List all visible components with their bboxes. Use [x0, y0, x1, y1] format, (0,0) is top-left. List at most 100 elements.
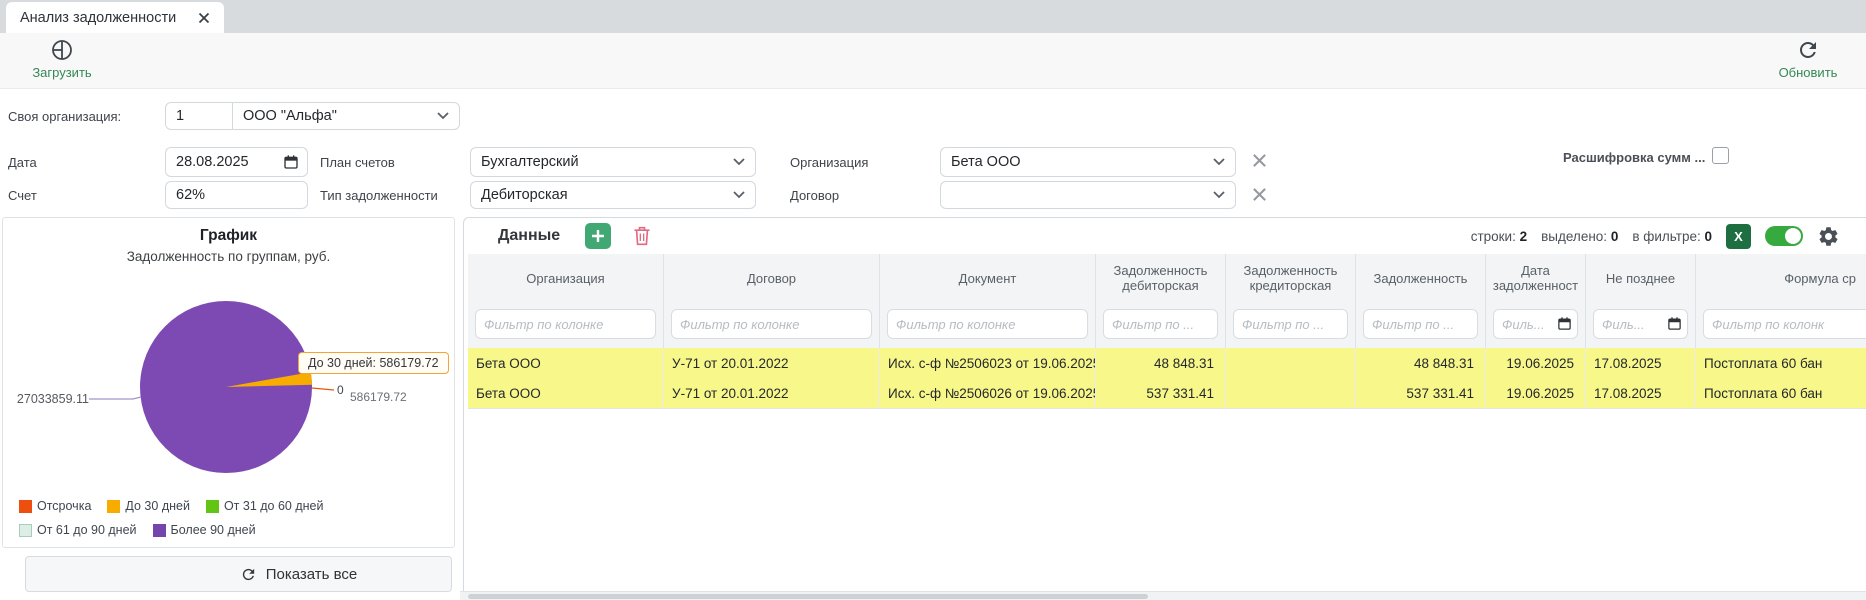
chart-panel: График Задолженность по группам, руб. 27… — [2, 217, 455, 548]
cell-formula[interactable]: Постоплата 60 бан — [1696, 348, 1866, 378]
plan-label: План счетов — [320, 155, 395, 170]
tab-title: Анализ задолженности — [20, 10, 176, 26]
chart-title: График — [3, 227, 454, 245]
cell-not-later[interactable]: 17.08.2025 — [1586, 378, 1696, 408]
cell-debt[interactable]: 537 331.41 — [1356, 378, 1486, 408]
cell-debt-payable[interactable] — [1226, 378, 1356, 408]
cell-contract[interactable]: У-71 от 20.01.2022 — [664, 348, 880, 378]
col-header-debt-date[interactable]: Датазадолженност — [1486, 254, 1586, 302]
cell-debt-date[interactable]: 19.06.2025 — [1486, 378, 1586, 408]
table-row[interactable]: Бета ООО У-71 от 20.01.2022 Исх. с-ф №25… — [468, 348, 1866, 379]
calendar-icon[interactable] — [1667, 316, 1682, 331]
cell-debt-payable[interactable] — [1226, 348, 1356, 378]
cell-document[interactable]: Исх. с-ф №2506026 от 19.06.2025 — [880, 378, 1096, 408]
legend-swatch — [153, 524, 166, 537]
filter-cell — [1096, 302, 1226, 348]
debt-type-value: Дебиторская — [481, 187, 568, 203]
date-label: Дата — [8, 155, 37, 170]
filter-input-formula[interactable] — [1703, 309, 1866, 339]
tab-debt-analysis[interactable]: Анализ задолженности — [6, 2, 224, 33]
contract-select[interactable] — [940, 181, 1236, 209]
pie-label-over90: 27033859.11 — [17, 392, 89, 406]
debt-type-select[interactable]: Дебиторская — [470, 181, 756, 209]
plan-value: Бухгалтерский — [481, 154, 579, 170]
legend-label: От 31 до 60 дней — [224, 499, 324, 513]
cell-organization[interactable]: Бета ООО — [468, 348, 664, 378]
col-header-not-later[interactable]: Не позднее — [1586, 254, 1696, 302]
cell-debt-receivable[interactable]: 48 848.31 — [1096, 348, 1226, 378]
cell-debt[interactable]: 48 848.31 — [1356, 348, 1486, 378]
cell-debt-receivable[interactable]: 537 331.41 — [1096, 378, 1226, 408]
filter-input-contract[interactable] — [671, 309, 872, 339]
chart-legend-row-1: Отсрочка До 30 дней От 31 до 60 дней — [19, 499, 323, 513]
legend-item[interactable]: До 30 дней — [107, 499, 190, 513]
filter-input-document[interactable] — [887, 309, 1088, 339]
filter-cell — [468, 302, 664, 348]
cell-debt-date[interactable]: 19.06.2025 — [1486, 348, 1586, 378]
col-header-document[interactable]: Документ — [880, 254, 1096, 302]
filter-input-debt[interactable] — [1363, 309, 1478, 339]
filter-input-debt-payable[interactable] — [1233, 309, 1348, 339]
org-value: Бета ООО — [951, 154, 1021, 170]
chevron-down-icon — [1213, 191, 1225, 199]
col-header-contract[interactable]: Договор — [664, 254, 880, 302]
pie-chart[interactable]: 27033859.11 0 586179.72 — [3, 271, 456, 501]
own-org-label: Своя организация: — [8, 109, 121, 124]
org-select[interactable]: Бета ООО — [940, 147, 1236, 177]
legend-item[interactable]: От 61 до 90 дней — [19, 523, 137, 537]
gear-icon[interactable] — [1817, 225, 1840, 248]
legend-item[interactable]: От 31 до 60 дней — [206, 499, 324, 513]
load-button[interactable]: Загрузить — [22, 38, 102, 80]
show-all-button[interactable]: Показать все — [25, 556, 452, 592]
legend-item[interactable]: Более 90 дней — [153, 523, 256, 537]
main-toolbar: Загрузить Обновить — [0, 33, 1866, 89]
grid-toggle[interactable] — [1765, 226, 1803, 246]
cell-organization[interactable]: Бета ООО — [468, 378, 664, 408]
account-label: Счет — [8, 188, 37, 203]
col-header-debt[interactable]: Задолженность — [1356, 254, 1486, 302]
legend-item[interactable]: Отсрочка — [19, 499, 91, 513]
breakdown-checkbox[interactable] — [1712, 147, 1729, 164]
add-row-button[interactable] — [585, 223, 611, 249]
col-header-organization[interactable]: Организация — [468, 254, 664, 302]
cell-contract[interactable]: У-71 от 20.01.2022 — [664, 378, 880, 408]
col-header-debt-receivable[interactable]: Задолженностьдебиторская — [1096, 254, 1226, 302]
legend-label: Отсрочка — [37, 499, 91, 513]
grid-filter-row — [468, 302, 1866, 348]
rows-count: строки: 2 — [1471, 229, 1527, 244]
cell-not-later[interactable]: 17.08.2025 — [1586, 348, 1696, 378]
grid-title: Данные — [498, 227, 560, 245]
scrollbar-thumb[interactable] — [468, 594, 1148, 599]
col-header-debt-payable[interactable]: Задолженностькредиторская — [1226, 254, 1356, 302]
org-clear-icon[interactable] — [1252, 153, 1268, 169]
legend-swatch — [19, 524, 32, 537]
refresh-button[interactable]: Обновить — [1768, 38, 1848, 80]
trash-icon — [632, 225, 652, 247]
filter-input-debt-receivable[interactable] — [1103, 309, 1218, 339]
toggle-knob — [1785, 228, 1801, 244]
filter-input-organization[interactable] — [475, 309, 656, 339]
horizontal-scrollbar[interactable] — [460, 591, 1866, 600]
plan-select[interactable]: Бухгалтерский — [470, 147, 756, 177]
tab-bar: Анализ задолженности — [0, 0, 1866, 34]
export-excel-button[interactable]: X — [1726, 224, 1751, 249]
cell-formula[interactable]: Постоплата 60 бан — [1696, 378, 1866, 408]
pie-label-upto30: 586179.72 — [350, 390, 407, 404]
chevron-down-icon — [437, 112, 449, 120]
own-org-code-input[interactable]: 1 — [166, 103, 233, 129]
own-org-combo[interactable]: 1 ООО "Альфа" — [165, 102, 460, 130]
chart-legend-row-2: От 61 до 90 дней Более 90 дней — [19, 523, 256, 537]
date-input[interactable]: 28.08.2025 — [165, 147, 308, 177]
col-header-formula[interactable]: Формула ср — [1696, 254, 1866, 302]
contract-clear-icon[interactable] — [1252, 187, 1268, 203]
pie-tooltip: До 30 дней: 586179.72 — [298, 352, 449, 374]
debt-type-label: Тип задолженности — [320, 188, 438, 203]
cell-document[interactable]: Исх. с-ф №2506023 от 19.06.2025 — [880, 348, 1096, 378]
account-input[interactable]: 62% — [165, 181, 308, 209]
filter-cell — [664, 302, 880, 348]
tab-close-icon[interactable] — [198, 12, 210, 24]
delete-row-button[interactable] — [632, 225, 652, 247]
calendar-icon[interactable] — [1557, 316, 1572, 331]
calendar-icon[interactable] — [283, 154, 299, 170]
table-row[interactable]: Бета ООО У-71 от 20.01.2022 Исх. с-ф №25… — [468, 378, 1866, 409]
